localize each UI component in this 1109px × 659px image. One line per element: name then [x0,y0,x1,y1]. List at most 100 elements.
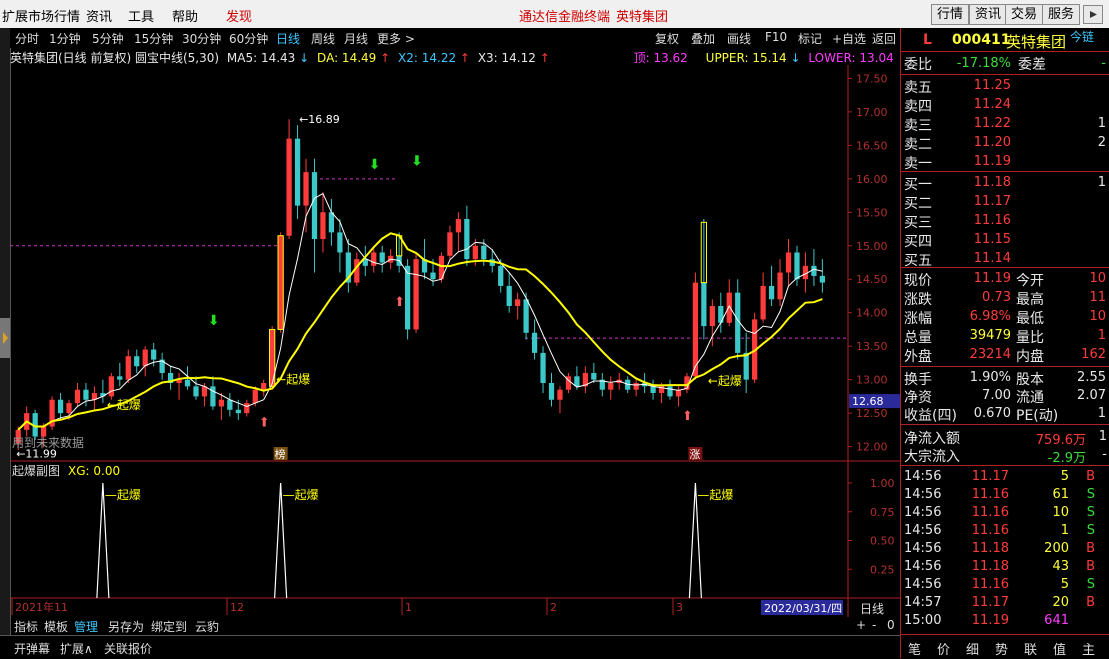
tool-adjust[interactable]: 复权 [655,30,679,47]
candle-body [134,356,140,367]
top-btn-news[interactable]: 资讯 [969,4,1008,25]
ytick-label: 14.50 [856,273,888,286]
period-tab-60min[interactable]: 60分钟 [229,30,268,47]
quote-tab[interactable]: 价 [937,639,950,658]
sell-signal-arrow-icon: ⬇ [369,157,381,173]
x2-value: X2: 14.22 [398,51,457,65]
menu-tools[interactable]: 工具 [128,6,154,25]
quote-tab[interactable]: 笔 [908,639,921,658]
tick-price: 11.18 [971,559,1009,574]
expand-arrow-icon [3,332,8,344]
stock-link[interactable]: 今链 [1070,28,1094,45]
period-tab-1min[interactable]: 1分钟 [49,30,81,47]
candle-body [303,172,309,206]
candle-body [74,389,81,404]
rail-expand-handle[interactable] [0,318,10,358]
quote-tab[interactable]: 值 [1053,639,1066,658]
stat-label: 现价 [904,273,932,289]
top-btn-service[interactable]: 服务 [1042,4,1081,25]
stat-value: 11.19 [973,271,1011,286]
bid-price: 11.17 [973,194,1011,209]
top-btn-trade[interactable]: 交易 [1005,4,1044,25]
tab-template[interactable]: 模板 [44,618,68,635]
kline-chart[interactable]: 17.50 17.00 16.50 16.00 15.50 15.00 14.50 14.00… [10,65,900,617]
flow-extra: 1 [1098,429,1107,444]
qibao-label: ←起爆 [107,398,141,412]
period-tab-daily[interactable]: 日线 [276,30,300,47]
candle-body [794,252,800,280]
candle-body [261,383,267,390]
weibi-label: 委比 [904,57,932,73]
period-tab-minute-chart[interactable]: 分时 [15,30,39,47]
tool-back[interactable]: 返回 [872,30,896,47]
quote-tab[interactable]: 联 [1024,639,1037,658]
tab-bind-to[interactable]: 绑定到 [151,618,187,635]
candle-body [760,285,766,320]
tab-manage[interactable]: 管理 [74,618,98,635]
candle-body [633,383,639,390]
period-tab-monthly[interactable]: 月线 [344,30,368,47]
candle-body [184,379,191,387]
lower-value: LOWER: 13.04 [808,51,894,65]
quote-tab[interactable]: 主 [1082,639,1095,658]
related-quotes[interactable]: 关联报价 [104,640,152,657]
candle-body [244,403,250,414]
quote-tab[interactable]: 势 [995,639,1008,658]
menu-news[interactable]: 资讯 [86,6,112,25]
fund-value: 7.00 [982,388,1011,403]
tool-f10[interactable]: F10 [765,30,787,44]
zoom-reset-button[interactable]: 0 [887,618,895,632]
stat-label: 外盘 [904,349,932,365]
candle-body [227,399,233,410]
tool-add-favorite[interactable]: +自选 [832,30,866,47]
zoom-out-button[interactable]: - [872,618,876,632]
xtick-label: 3 [676,601,683,614]
toggle-danmaku[interactable]: 开弹幕 [14,640,50,657]
da-value: DA: 14.49 [317,51,377,65]
tick-side: S [1086,523,1095,538]
tab-save-as[interactable]: 另存为 [108,618,144,635]
period-tab-more[interactable]: 更多 > [377,30,415,47]
menu-expand-market[interactable]: 扩展市场行情 [2,6,80,25]
stat-label: 内盘 [1016,349,1044,365]
quote-tab[interactable]: 细 [966,639,979,658]
period-tab-30min[interactable]: 30分钟 [182,30,221,47]
candle-body [743,352,749,380]
top-btn-quote[interactable]: 行情 [931,4,970,25]
toggle-expand[interactable]: 扩展∧ [60,640,93,657]
candle-body [235,409,241,414]
tool-draw[interactable]: 画线 [727,30,751,47]
ytick-label: 14.00 [856,307,888,320]
tick-time: 14:56 [904,487,942,502]
candle-body [819,275,825,283]
indicator-tabs: 指标 模板 管理 另存为 绑定到 云豹 + - 0 [10,617,900,634]
app-stock-title: 英特集团 [616,10,669,25]
fund-label: 净资 [904,390,932,406]
tool-mark[interactable]: 标记 [798,30,822,47]
tab-indicator[interactable]: 指标 [14,618,38,635]
candle-body [66,403,72,414]
ask-level-label: 卖二 [904,137,932,153]
period-tab-5min[interactable]: 5分钟 [92,30,124,47]
period-tab-weekly[interactable]: 周线 [311,30,335,47]
tick-time: 14:57 [904,595,942,610]
fund-label: PE(动) [1016,408,1059,424]
tick-time: 14:56 [904,559,942,574]
candle-body [286,138,292,236]
sell-signal-arrow-icon: ⬇ [208,313,220,329]
tick-side: S [1086,577,1095,592]
menu-arrow-icon[interactable] [1083,5,1103,24]
tick-price: 11.17 [971,469,1009,484]
menu-discover[interactable]: 发现 [226,6,252,25]
stat-value: 0.73 [982,290,1011,305]
tab-cloud[interactable]: 云豹 [195,618,219,635]
stock-flag: L [923,32,932,48]
ask-level-label: 卖四 [904,99,932,115]
bid-volume: 1 [1097,175,1106,190]
period-tab-15min[interactable]: 15分钟 [134,30,173,47]
stat-label: 最高 [1016,292,1044,308]
menu-help[interactable]: 帮助 [172,6,198,25]
zoom-in-button[interactable]: + [856,618,866,632]
weicha-value: - [1101,56,1106,71]
tool-overlay[interactable]: 叠加 [691,30,715,47]
